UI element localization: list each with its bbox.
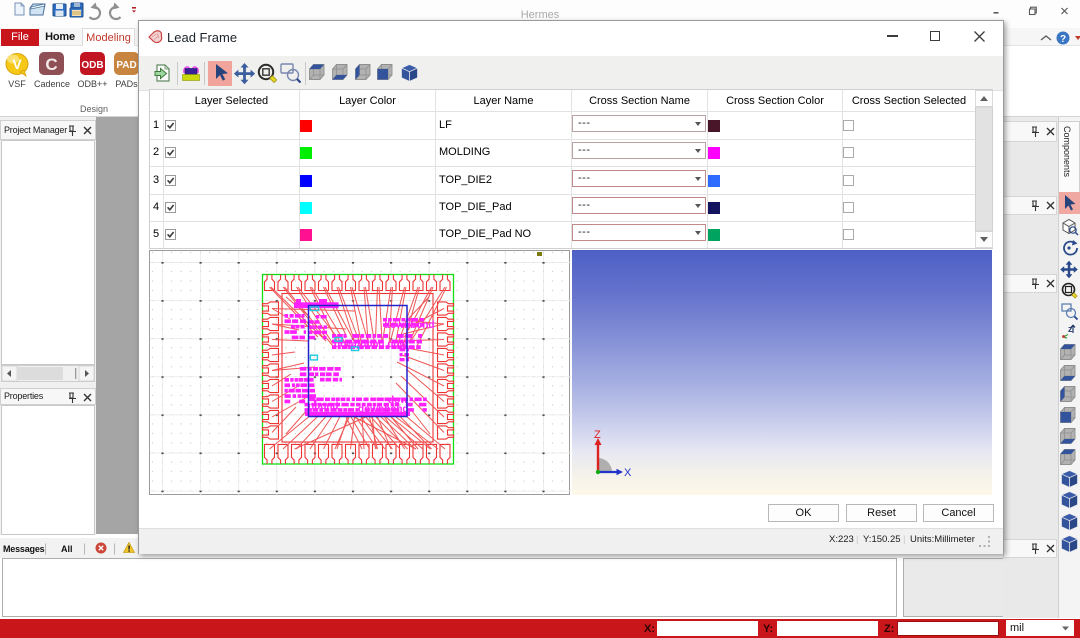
svg-text:nbond: nbond: [308, 401, 339, 412]
svg-text:C: C: [45, 55, 57, 74]
svg-text:ODB: ODB: [81, 60, 103, 71]
svg-text:downbond dow: downbond dow: [334, 339, 408, 350]
svg-text:?: ?: [1060, 34, 1066, 45]
svg-text:PAD: PAD: [116, 60, 136, 71]
svg-text:X: X: [624, 467, 632, 479]
svg-text:V: V: [12, 56, 22, 72]
svg-text:downbond: downbond: [384, 320, 435, 331]
svg-text:dow: dow: [388, 395, 408, 406]
